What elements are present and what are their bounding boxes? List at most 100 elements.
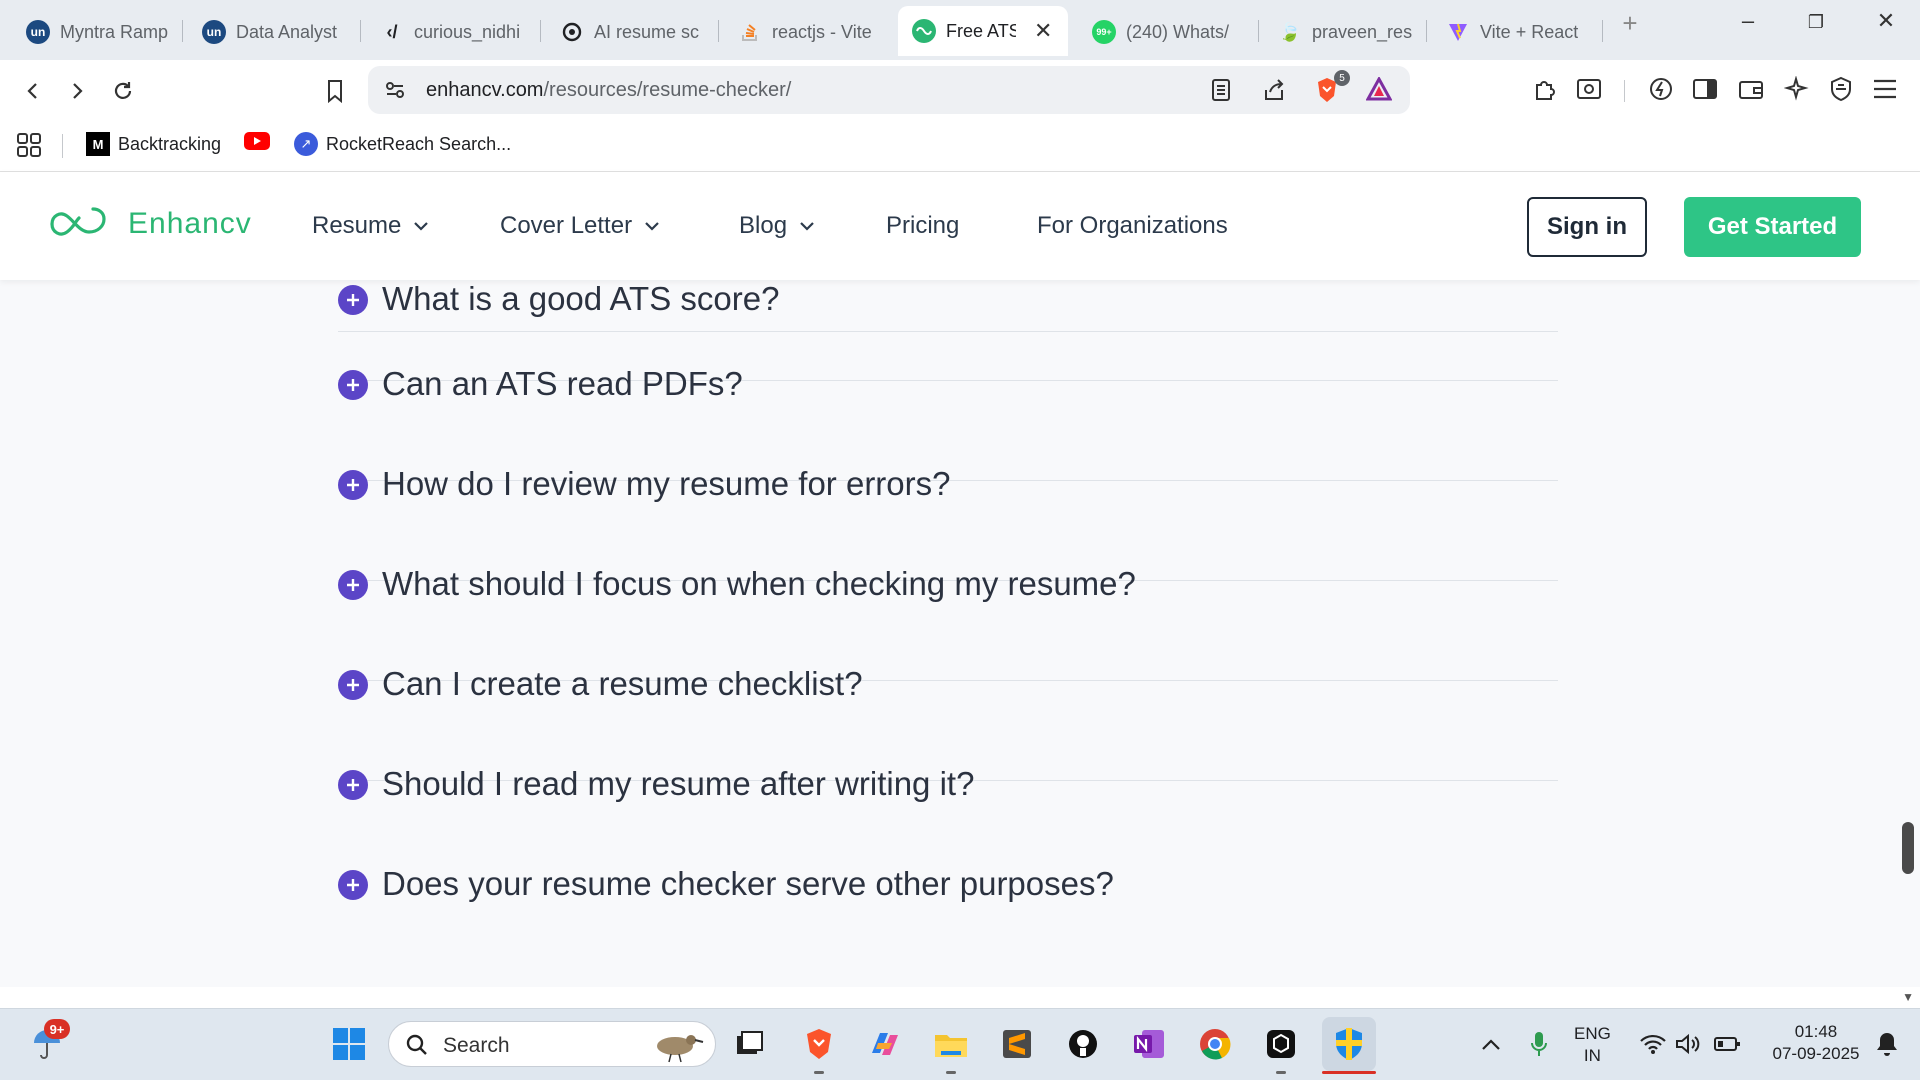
youtube-icon (244, 132, 270, 150)
address-bar[interactable]: enhancv.com/resources/resume-checker/ 5 (368, 66, 1410, 114)
notification-bell-icon[interactable] (1866, 1023, 1908, 1065)
chevron-up-icon[interactable] (1470, 1023, 1512, 1065)
chrome-icon[interactable] (1194, 1023, 1236, 1065)
nav-blog[interactable]: Blog (739, 212, 815, 240)
copilot-icon[interactable] (864, 1023, 906, 1065)
tab-separator (718, 20, 719, 42)
microphone-icon[interactable] (1518, 1023, 1560, 1065)
tab-separator (182, 20, 183, 42)
faq-item[interactable]: Should I read my resume after writing it… (338, 681, 1558, 802)
tab-separator (1602, 20, 1603, 42)
language-indicator[interactable]: ENG IN (1574, 1023, 1611, 1067)
github-desktop-icon[interactable] (1062, 1023, 1104, 1065)
sign-in-button[interactable]: Sign in (1527, 197, 1647, 257)
sublime-text-icon[interactable] (996, 1023, 1038, 1065)
sidebar-toggle-icon[interactable] (1688, 72, 1722, 106)
tab-myntra-ramp[interactable]: un Myntra Ramp (12, 10, 182, 54)
tab-reactjs-vite[interactable]: reactjs - Vite (724, 10, 896, 54)
tab-vite-react[interactable]: Vite + React (1432, 10, 1600, 54)
weather-badge: 9+ (44, 1019, 70, 1039)
browser-tab-strip: un Myntra Ramp un Data Analyst ‹/ curiou… (0, 0, 1920, 60)
bookmark-backtracking[interactable]: M Backtracking (86, 132, 221, 156)
minimize-icon[interactable]: – (1728, 8, 1768, 34)
url-text[interactable]: enhancv.com/resources/resume-checker/ (426, 79, 791, 102)
share-icon[interactable] (1262, 78, 1286, 107)
tab-data-analyst[interactable]: un Data Analyst (188, 10, 358, 54)
reload-icon[interactable] (106, 74, 140, 108)
plus-icon (338, 870, 368, 900)
reader-mode-icon[interactable] (1210, 78, 1232, 107)
nav-for-organizations[interactable]: For Organizations (1037, 212, 1228, 240)
battery-icon[interactable] (1706, 1023, 1748, 1065)
tab-free-ats[interactable]: Free ATS ✕ (898, 6, 1068, 56)
unstop-icon: un (26, 20, 50, 44)
tab-separator (360, 20, 361, 42)
tab-praveen-res[interactable]: 🍃 praveen_res (1264, 10, 1432, 54)
bookmark-youtube[interactable] (244, 132, 270, 150)
wallet-icon[interactable] (1734, 72, 1768, 106)
new-tab-icon[interactable]: + (1610, 8, 1650, 39)
taskbar-search-input[interactable]: Search (388, 1021, 716, 1067)
enhancv-logo[interactable]: Enhancv (48, 206, 252, 242)
url-domain: enhancv.com (426, 79, 544, 101)
terminal-app-icon[interactable] (1260, 1023, 1302, 1065)
chevron-down-icon (800, 222, 814, 231)
nav-resume[interactable]: Resume (312, 212, 429, 240)
running-indicator (1276, 1071, 1286, 1074)
tab-curious-nidhi[interactable]: ‹/ curious_nidhi (366, 10, 540, 54)
address-toolbar: enhancv.com/resources/resume-checker/ 5 (0, 60, 1920, 120)
nav-cover-letter[interactable]: Cover Letter (500, 212, 660, 240)
menu-icon[interactable] (1868, 72, 1902, 106)
rocketreach-icon: ↗ (294, 132, 318, 156)
extensions-icon[interactable] (1528, 72, 1562, 106)
enhancv-icon (912, 19, 936, 43)
tab-whatsapp[interactable]: 99+ (240) Whats/ (1078, 10, 1258, 54)
tab-ai-resume[interactable]: AI resume sc (546, 10, 718, 54)
vite-icon (1446, 20, 1470, 44)
medium-icon: M (86, 132, 110, 156)
bookmark-divider (62, 134, 63, 158)
back-icon[interactable] (16, 74, 50, 108)
leo-ai-icon[interactable] (1644, 72, 1678, 106)
ai-sparkle-icon[interactable] (1780, 72, 1814, 106)
onenote-icon[interactable] (1128, 1023, 1170, 1065)
brave-browser-icon[interactable] (798, 1023, 840, 1065)
faq-item[interactable]: What should I focus on when checking my … (338, 481, 1558, 602)
leaf-icon: 🍃 (1278, 21, 1302, 42)
file-explorer-icon[interactable] (930, 1023, 972, 1065)
clock[interactable]: 01:48 07-09-2025 (1756, 1021, 1876, 1065)
tab-separator (1426, 20, 1427, 42)
infinity-logo-icon (50, 207, 106, 236)
apps-grid-icon[interactable] (16, 132, 42, 163)
close-tab-icon[interactable]: ✕ (1034, 18, 1052, 44)
restore-icon[interactable]: ❐ (1796, 12, 1836, 33)
chevron-down-icon (414, 222, 429, 231)
unstop-icon: un (202, 20, 226, 44)
code-brackets-icon: ‹/ (386, 21, 398, 42)
nav-pricing[interactable]: Pricing (886, 212, 959, 240)
windows-security-icon[interactable] (1322, 1017, 1376, 1071)
faq-question: Does your resume checker serve other pur… (382, 865, 1114, 902)
brave-rewards-icon[interactable] (1365, 75, 1393, 106)
task-view-icon[interactable] (728, 1023, 770, 1065)
bookmark-rocketreach[interactable]: ↗ RocketReach Search... (294, 132, 511, 156)
scroll-down-arrow-icon[interactable]: ▼ (1902, 990, 1914, 1004)
url-path: /resources/resume-checker/ (543, 79, 792, 101)
page-scrollbar-thumb[interactable] (1902, 822, 1914, 874)
close-window-icon[interactable]: ✕ (1866, 8, 1906, 34)
forward-icon[interactable] (60, 74, 94, 108)
windows-start-icon[interactable] (328, 1023, 370, 1065)
faq-item[interactable]: Can an ATS read PDFs? (338, 281, 1558, 402)
vpn-shield-icon[interactable] (1824, 72, 1858, 106)
faq-item[interactable]: How do I review my resume for errors? (338, 381, 1558, 502)
faq-item[interactable]: Can I create a resume checklist? (338, 581, 1558, 702)
page-search-icon[interactable] (1572, 72, 1606, 106)
tab-separator (540, 20, 541, 42)
logo-text: Enhancv (128, 207, 252, 240)
get-started-button[interactable]: Get Started (1684, 197, 1861, 257)
faq-item[interactable]: Does your resume checker serve other pur… (338, 781, 1558, 902)
bird-highlight-icon (657, 1035, 704, 1063)
site-settings-icon[interactable] (384, 79, 406, 106)
volume-icon[interactable] (1666, 1023, 1708, 1065)
bookmark-icon[interactable] (318, 74, 352, 108)
